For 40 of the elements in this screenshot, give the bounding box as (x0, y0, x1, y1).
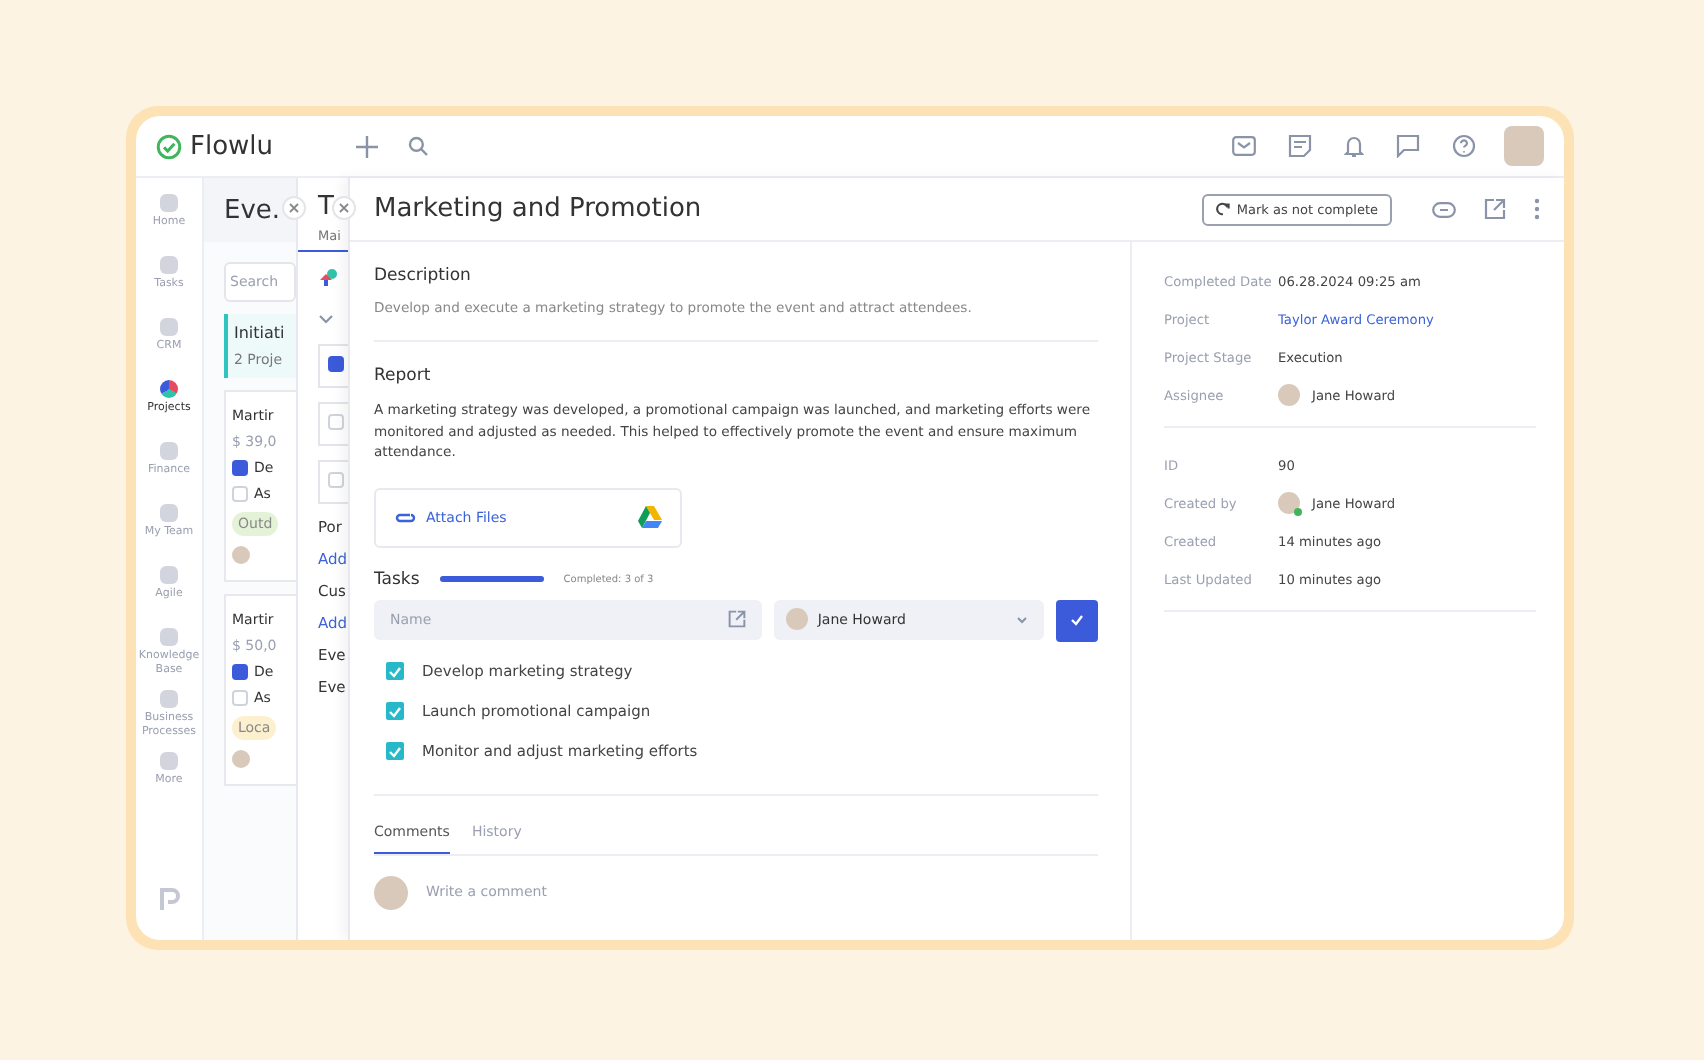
bell-icon[interactable] (1344, 134, 1364, 158)
project-logo-icon (318, 268, 338, 288)
open-external-icon[interactable] (1484, 198, 1506, 220)
avatar (232, 546, 250, 564)
checkbox[interactable] (386, 662, 404, 681)
section-heading: Report (374, 366, 431, 386)
avatar (232, 750, 250, 768)
chat-icon[interactable] (1396, 134, 1420, 158)
refresh-icon (1216, 202, 1231, 216)
note-icon[interactable] (1288, 134, 1312, 158)
drive-icon[interactable] (638, 506, 662, 529)
confirm-button[interactable] (1056, 599, 1098, 642)
checkbox[interactable] (232, 460, 248, 476)
panel-title: T (318, 192, 334, 222)
caret-icon (1016, 615, 1028, 624)
user-avatar[interactable] (1504, 126, 1544, 166)
checkbox[interactable] (232, 664, 248, 680)
mail-icon[interactable] (1232, 136, 1256, 156)
plus-icon[interactable] (356, 135, 378, 157)
section-heading: Description (374, 266, 471, 286)
section-heading: Tasks (374, 569, 420, 590)
checkbox[interactable] (328, 356, 344, 372)
close-icon[interactable] (332, 196, 356, 220)
chevron-icon[interactable] (318, 314, 334, 326)
checkbox[interactable] (386, 702, 404, 721)
app-icon[interactable] (159, 888, 179, 912)
paperclip-icon (394, 511, 416, 524)
search-icon[interactable] (408, 136, 428, 156)
close-icon[interactable] (282, 196, 306, 220)
check-icon (1070, 614, 1084, 627)
panel-title: Eve. (224, 195, 281, 225)
checkbox[interactable] (386, 742, 404, 761)
help-icon[interactable] (1452, 134, 1476, 158)
avatar (374, 875, 408, 910)
link-icon[interactable] (1432, 201, 1456, 217)
avatar (785, 608, 808, 631)
app-logo[interactable]: Flowlu (190, 131, 274, 161)
open-external-icon[interactable] (727, 610, 746, 629)
more-icon[interactable] (1534, 198, 1540, 220)
task-title: Marketing and Promotion (374, 194, 702, 224)
